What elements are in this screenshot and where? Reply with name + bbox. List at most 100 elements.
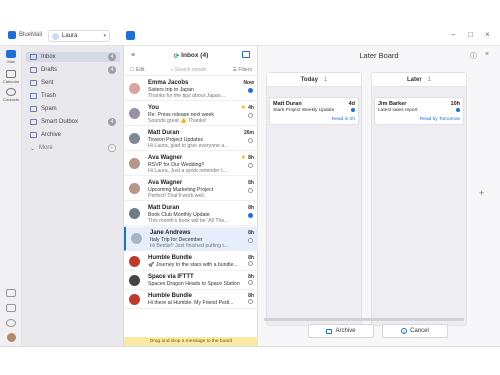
list-item[interactable]: Ava Wagner 8h Upcoming Marketing Project… xyxy=(124,177,258,201)
cancel-label: Cancel xyxy=(410,328,429,334)
drafts-icon xyxy=(30,67,37,73)
close-icon[interactable]: × xyxy=(485,30,490,39)
folder-spam[interactable]: Spam xyxy=(26,104,120,114)
rail-settings[interactable] xyxy=(2,319,20,328)
rail-contacts[interactable]: Contacts xyxy=(2,88,20,102)
horizontal-scrollbar[interactable] xyxy=(264,318,464,321)
list-item[interactable]: Humble Bundle 8h Hi there at Humble: My … xyxy=(124,290,258,309)
folder-sent[interactable]: Sent xyxy=(26,78,120,88)
list-item[interactable]: Matt Duran 26m Toveon Project Updates Hi… xyxy=(124,127,258,151)
close-icon[interactable]: × xyxy=(485,51,489,58)
column-count: 1 xyxy=(427,76,431,83)
search-input[interactable]: ⌕ Search emails xyxy=(153,67,225,73)
avatar xyxy=(129,108,140,119)
edit-label: Edit xyxy=(135,67,145,73)
read-dot-icon xyxy=(248,238,253,243)
card-sender: Matt Duran xyxy=(273,101,302,107)
unread-dot-icon xyxy=(248,88,253,93)
folder-inbox[interactable]: Inbox 4 xyxy=(26,52,120,62)
message-sender: Matt Duran xyxy=(148,205,180,211)
rail-calendar[interactable]: Calendar xyxy=(2,70,20,84)
maximize-icon[interactable]: □ xyxy=(468,30,473,39)
minimize-icon[interactable]: – xyxy=(451,30,455,39)
account-name: Laura xyxy=(62,33,78,39)
folder-drafts[interactable]: Drafts 4 xyxy=(26,65,120,75)
star-icon[interactable]: ★ xyxy=(241,104,246,111)
sent-icon xyxy=(30,80,37,86)
rail-calendar-label: Calendar xyxy=(2,79,20,84)
calendar-icon xyxy=(6,70,16,78)
account-switcher[interactable]: Laura ▾ xyxy=(48,30,110,42)
drag-hint-text: Drag and drop a message to the board xyxy=(149,339,233,344)
contacts-icon xyxy=(6,88,16,96)
list-item[interactable]: Space via IFTTT 8h Spacex Dragon Heads t… xyxy=(124,271,258,290)
account-avatar xyxy=(52,32,59,40)
archive-button[interactable]: Archive xyxy=(308,324,374,338)
folder-smart-outbox[interactable]: Smart Outbox 4 xyxy=(26,117,120,127)
unread-dot-icon xyxy=(351,108,355,112)
cancel-button[interactable]: × Cancel xyxy=(382,324,448,338)
folder-label: Sent xyxy=(41,80,54,86)
message-sender: Matt Duran xyxy=(148,130,180,136)
folder-label: Trash xyxy=(41,93,57,99)
list-item[interactable]: You ★ 4h Re: Press release next week Sou… xyxy=(124,102,258,126)
board-column-later: Later 1 Jim Barker 10h Latest sales repo… xyxy=(371,72,467,326)
list-item[interactable]: Matt Duran 8h Book Club Monthly Update T… xyxy=(124,202,258,226)
humble-bundle-logo-icon xyxy=(129,294,140,305)
edit-button[interactable]: ☐ Edit xyxy=(130,67,145,73)
rail-mail-label: Mail xyxy=(7,59,15,64)
cancel-icon: × xyxy=(401,328,408,334)
compose-button[interactable] xyxy=(126,31,135,40)
folder-more[interactable]: ⌄ More + xyxy=(26,143,120,153)
unread-dot-icon xyxy=(248,213,253,218)
add-column-icon[interactable]: + xyxy=(479,188,484,198)
notes-icon xyxy=(6,304,16,312)
rail-tasks[interactable] xyxy=(2,289,20,298)
drag-hint-bar: Drag and drop a message to the board xyxy=(124,337,258,346)
message-subject: Hi there at Humble: My Friend Pedi... xyxy=(148,300,234,306)
message-sender: Humble Bundle xyxy=(148,293,193,299)
message-snippet: Hi Laura, Just a quick reminder t... xyxy=(148,168,227,174)
rail-mail[interactable]: Mail xyxy=(2,50,20,64)
folder-badge: 4 xyxy=(108,53,116,61)
message-time: 8h xyxy=(248,230,254,236)
bluemail-logo-icon xyxy=(8,31,16,39)
card-due: Read by Tomorrow xyxy=(419,117,460,122)
profile-avatar xyxy=(6,333,16,342)
list-item[interactable]: Humble Bundle 8h 🚀 Journey to the stars … xyxy=(124,252,258,271)
read-dot-icon xyxy=(248,280,253,285)
folder-label: Smart Outbox xyxy=(41,119,79,125)
read-dot-icon xyxy=(248,188,253,193)
list-item[interactable]: Emma Jacobs Now Sisters trip to Japan Th… xyxy=(124,77,258,101)
column-count: 1 xyxy=(323,76,328,83)
message-snippet: Hi Bestie!! Just finished putting t... xyxy=(150,243,229,249)
filters-label: Filters xyxy=(238,67,252,73)
rail-notes[interactable] xyxy=(2,304,20,313)
folder-archive[interactable]: Archive xyxy=(26,130,120,140)
folder-label: Archive xyxy=(41,132,62,138)
board-toggle-icon[interactable] xyxy=(242,51,250,58)
star-icon[interactable]: ★ xyxy=(241,154,246,161)
menu-icon[interactable]: ≡ xyxy=(131,52,135,59)
list-item[interactable]: Ava Wagner ★ 8h RSVP for Our Wedding!! H… xyxy=(124,152,258,176)
folder-trash[interactable]: Trash xyxy=(26,91,120,101)
board-card[interactable]: Matt Duran 4d Stark Project Weekly Updat… xyxy=(269,97,359,125)
rail-profile[interactable] xyxy=(2,333,20,343)
card-time: 4d xyxy=(348,101,355,107)
board-card[interactable]: Jim Barker 10h Latest sales report Read … xyxy=(374,97,464,125)
rail-contacts-label: Contacts xyxy=(3,97,19,102)
app-title: BlueMail xyxy=(8,31,42,39)
archive-label: Archive xyxy=(335,328,356,334)
message-sender: Humble Bundle xyxy=(148,255,193,261)
info-icon[interactable]: ⓘ xyxy=(470,51,477,61)
card-time: 10h xyxy=(450,101,460,107)
add-folder-icon[interactable]: + xyxy=(108,144,116,152)
archive-icon xyxy=(30,132,37,138)
filters-button[interactable]: ☰ Filters xyxy=(233,67,253,73)
trash-icon xyxy=(30,93,37,99)
sync-icon: ⟳ xyxy=(173,52,180,60)
read-dot-icon xyxy=(248,113,253,118)
list-item-selected[interactable]: Jane Andrews 8h Italy Trip for December … xyxy=(124,227,258,251)
column-header: Later 1 xyxy=(372,73,466,87)
mail-icon xyxy=(6,50,16,58)
